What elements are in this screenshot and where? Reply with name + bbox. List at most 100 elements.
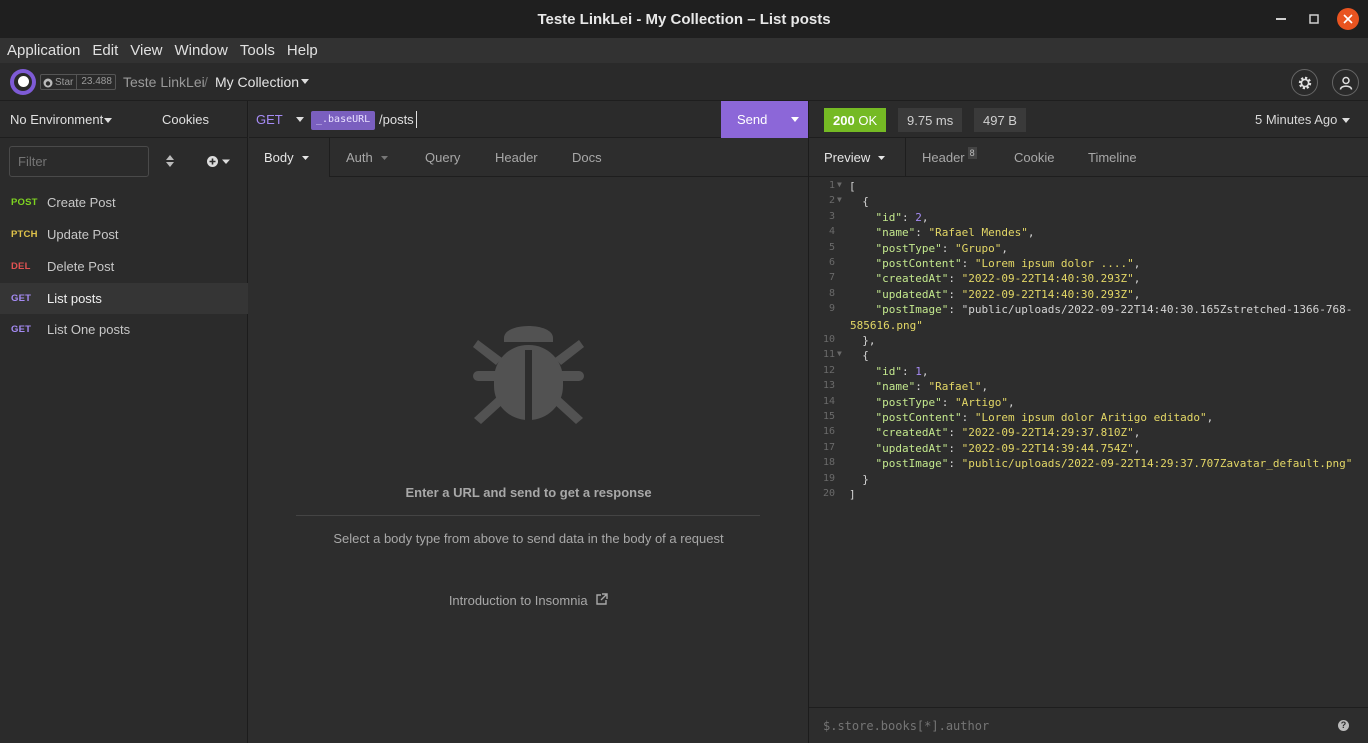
preview-chevron-down-icon xyxy=(878,155,886,160)
send-button[interactable]: Send xyxy=(737,112,767,127)
tab-header[interactable]: Header xyxy=(495,138,538,177)
history-chevron-down-icon[interactable] xyxy=(1342,118,1350,123)
environment-chevron-down-icon[interactable] xyxy=(104,118,112,123)
bug-icon xyxy=(473,326,584,424)
minimize-icon xyxy=(1276,18,1286,20)
response-filter-input[interactable] xyxy=(823,717,1303,735)
tab-response-header-label: Header xyxy=(922,150,965,165)
tab-auth-label: Auth xyxy=(346,150,373,165)
method-badge: PTCH xyxy=(11,229,38,240)
fold-arrow-icon: ▼ xyxy=(837,195,842,205)
text-cursor xyxy=(416,111,417,128)
tab-response-header[interactable]: Header 8 xyxy=(922,138,977,177)
tab-preview[interactable]: Preview xyxy=(824,138,886,177)
code-line: 4 "name": "Rafael Mendes", xyxy=(828,226,1035,240)
settings-button[interactable] xyxy=(1291,69,1318,96)
sidebar-item-delete-post[interactable]: DEL Delete Post xyxy=(0,251,248,282)
github-star-widget[interactable]: Star 23.488 xyxy=(40,74,116,90)
request-name: Create Post xyxy=(47,195,116,210)
maximize-button[interactable] xyxy=(1303,8,1325,30)
star-label: Star xyxy=(55,77,74,88)
code-line: 10 }, xyxy=(822,334,876,347)
sidebar-item-list-one-posts[interactable]: GET List One posts xyxy=(0,314,248,345)
code-line: 18 "postImage": "public/uploads/2022-09-… xyxy=(822,457,1353,471)
base-url-variable-tag[interactable]: _.baseURL xyxy=(311,111,376,130)
response-header: 200 OK 9.75 ms 497 B 5 Minutes Ago xyxy=(809,101,1368,138)
sidebar-item-list-posts[interactable]: GET List posts xyxy=(0,283,248,314)
tab-docs[interactable]: Docs xyxy=(572,138,602,177)
gear-icon xyxy=(1298,76,1311,89)
status-code: 200 xyxy=(833,112,855,128)
url-path-input[interactable]: /posts xyxy=(379,112,414,127)
menu-tools[interactable]: Tools xyxy=(240,42,275,59)
code-line: 8 "updatedAt": "2022-09-22T14:40:30.293Z… xyxy=(828,287,1141,301)
cookies-button[interactable]: Cookies xyxy=(162,112,209,127)
menu-window[interactable]: Window xyxy=(175,42,228,59)
url-bar: GET _.baseURL /posts Send xyxy=(249,101,808,138)
user-icon xyxy=(1339,76,1352,90)
request-body-pane: Enter a URL and send to get a response S… xyxy=(249,177,808,743)
response-tabs: Preview Header 8 Cookie Timeline xyxy=(809,138,1368,177)
tab-query[interactable]: Query xyxy=(425,138,460,177)
code-line: 14 "postType": "Artigo", xyxy=(822,395,1015,409)
method-chevron-down-icon[interactable] xyxy=(296,117,304,122)
divider xyxy=(296,515,760,516)
header-count-badge: 8 xyxy=(967,146,977,159)
insomnia-logo-icon[interactable] xyxy=(10,69,36,95)
tab-body[interactable]: Body xyxy=(264,138,309,177)
request-name: Delete Post xyxy=(47,259,115,274)
github-icon xyxy=(43,78,53,87)
maximize-icon xyxy=(1309,14,1319,24)
breadcrumb-workspace[interactable]: Teste LinkLei xyxy=(123,74,205,90)
sidebar-item-update-post[interactable]: PTCH Update Post xyxy=(0,219,248,250)
code-line: 16 "createdAt": "2022-09-22T14:29:37.810… xyxy=(822,426,1141,440)
intro-link-label: Introduction to Insomnia xyxy=(448,593,588,608)
code-line: 6 "postContent": "Lorem ipsum dolor ....… xyxy=(828,257,1141,270)
response-age[interactable]: 5 Minutes Ago xyxy=(1255,112,1337,127)
code-line: 5 "postType": "Grupo", xyxy=(828,241,1008,255)
status-text: OK xyxy=(858,112,878,128)
code-line: 11 ▼ { xyxy=(809,349,869,364)
response-size-badge: 497 B xyxy=(974,108,1026,132)
title-bar: Teste LinkLei - My Collection – List pos… xyxy=(0,0,1368,38)
request-tabs: Body Auth Query Header Docs xyxy=(249,138,808,177)
sort-icon[interactable] xyxy=(166,155,174,167)
menu-help[interactable]: Help xyxy=(287,42,318,59)
fold-arrow-icon: ▼ xyxy=(837,180,842,189)
collection-chevron-down-icon[interactable] xyxy=(301,79,309,84)
sidebar-item-create-post[interactable]: POST Create Post xyxy=(0,187,248,218)
menu-application[interactable]: Application xyxy=(7,42,80,59)
account-button[interactable] xyxy=(1332,69,1359,96)
tab-auth[interactable]: Auth xyxy=(346,138,388,177)
tab-cookie[interactable]: Cookie xyxy=(1014,138,1054,177)
method-badge: GET xyxy=(11,293,32,304)
code-line: 7 "createdAt": "2022-09-22T14:40:30.293Z… xyxy=(828,272,1141,286)
menu-view[interactable]: View xyxy=(130,42,162,59)
response-filter-bar: ? xyxy=(809,707,1368,743)
star-count: 23.488 xyxy=(77,74,116,90)
add-plus-icon[interactable] xyxy=(207,156,231,167)
code-line: 15 "postContent": "Lorem ipsum dolor Ari… xyxy=(822,411,1214,424)
empty-state-title: Enter a URL and send to get a response xyxy=(405,485,652,500)
help-icon[interactable]: ? xyxy=(1338,720,1349,731)
menu-edit[interactable]: Edit xyxy=(92,42,118,59)
request-name: List posts xyxy=(47,291,102,306)
request-name: Update Post xyxy=(47,227,119,242)
close-button[interactable] xyxy=(1337,8,1359,30)
intro-link[interactable]: Introduction to Insomnia xyxy=(249,593,808,608)
method-selector[interactable]: GET xyxy=(256,112,283,127)
tab-timeline[interactable]: Timeline xyxy=(1088,138,1137,177)
fold-arrow-icon: ▼ xyxy=(837,349,842,359)
send-button-group: Send xyxy=(721,101,808,138)
minimize-button[interactable] xyxy=(1270,8,1292,30)
empty-state-hint: Select a body type from above to send da… xyxy=(333,531,724,546)
sidebar-filter-input[interactable] xyxy=(9,146,149,177)
request-name: List One posts xyxy=(47,322,131,337)
code-line-wrap: 585616.png" xyxy=(850,318,923,332)
code-line: 17 "updatedAt": "2022-09-22T14:39:44.754… xyxy=(822,441,1141,455)
code-line: 3 "id": 2, xyxy=(828,210,929,224)
breadcrumb-collection[interactable]: My Collection xyxy=(215,74,299,90)
environment-selector[interactable]: No Environment xyxy=(10,112,103,127)
send-options-chevron-down-icon[interactable] xyxy=(791,117,799,122)
auth-chevron-down-icon xyxy=(380,155,388,160)
